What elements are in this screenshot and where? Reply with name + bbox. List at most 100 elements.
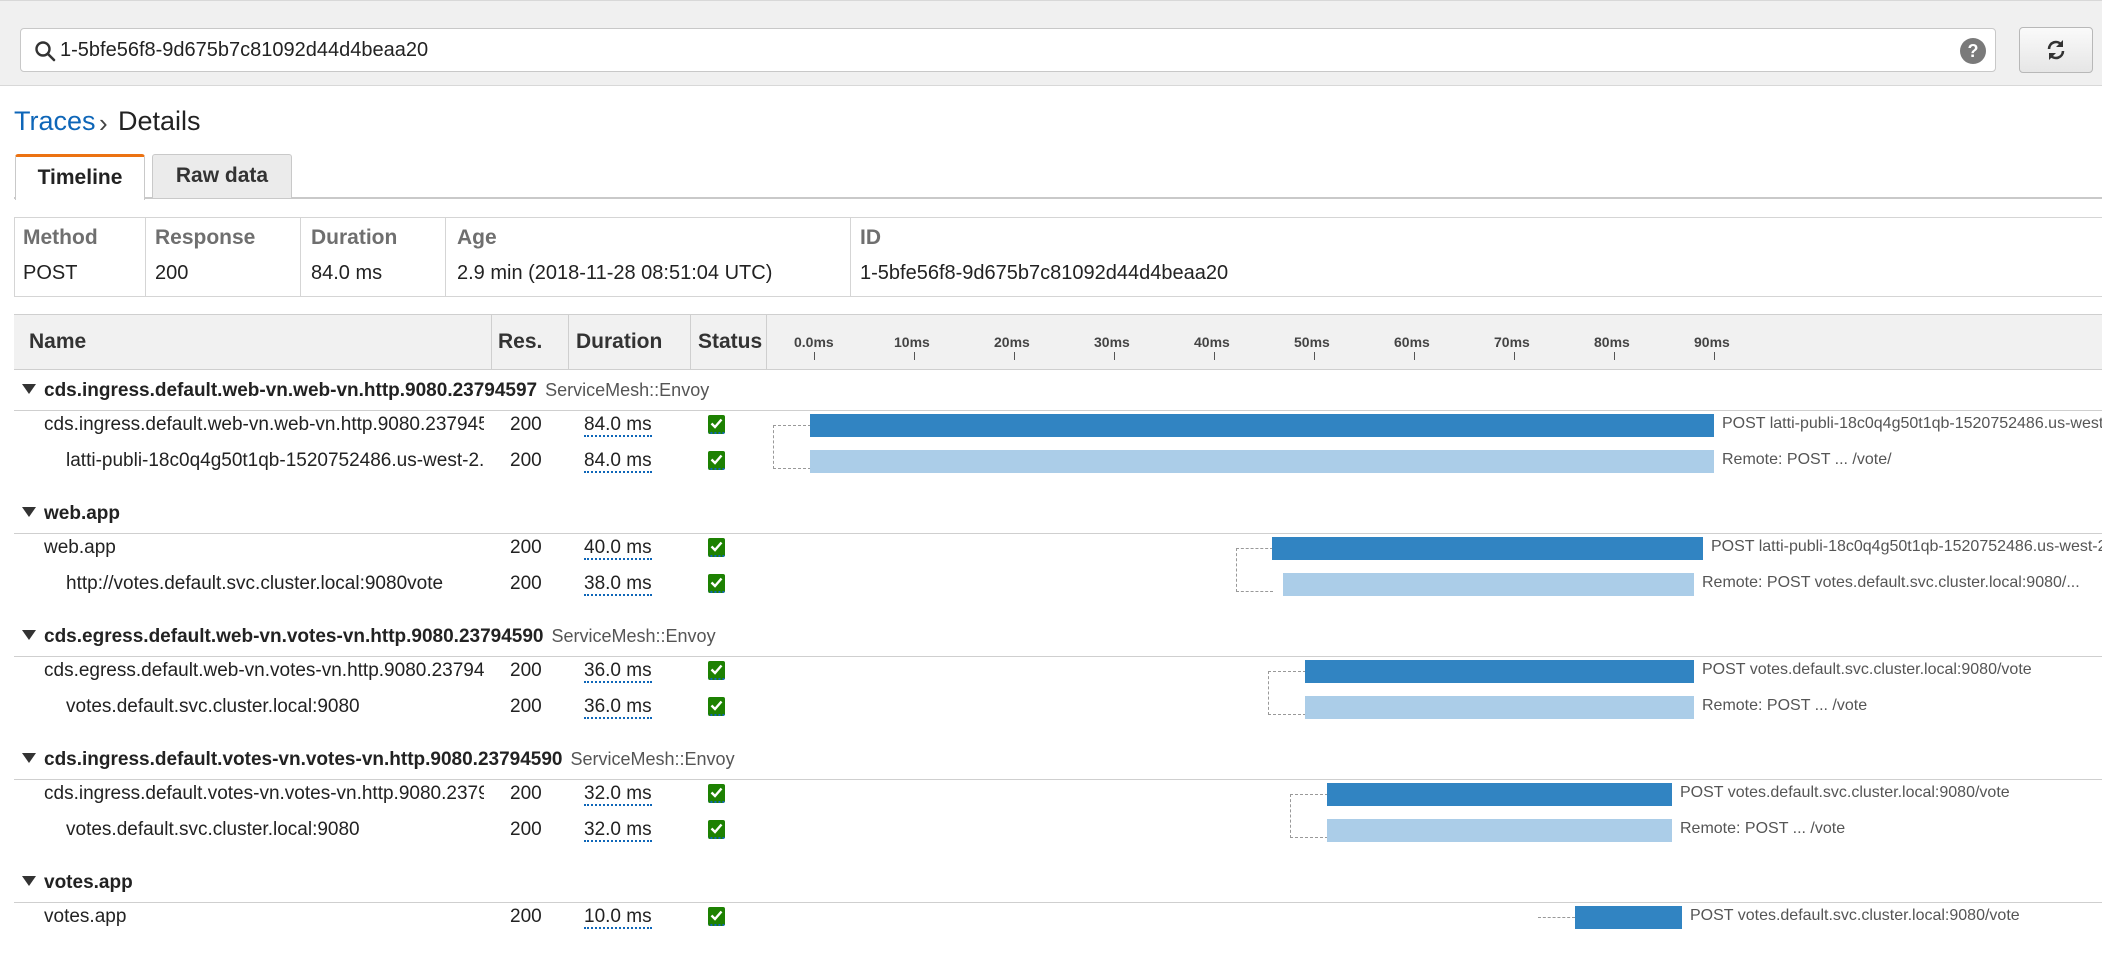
- segment-connector: [1236, 548, 1273, 592]
- timeline-tick-label: 90ms: [1694, 334, 1730, 350]
- segment-response-code: 200: [510, 906, 542, 927]
- timeline-tick-label: 30ms: [1094, 334, 1130, 350]
- segment-name[interactable]: cds.egress.default.web-vn.votes-vn.http.…: [44, 660, 484, 682]
- status-ok-icon[interactable]: [708, 784, 725, 803]
- refresh-button[interactable]: [2019, 27, 2093, 73]
- segment-bar[interactable]: [1327, 783, 1672, 806]
- segment-duration-link[interactable]: 84.0 ms: [584, 450, 652, 473]
- header-divider: [568, 314, 569, 370]
- segment-name[interactable]: web.app: [44, 537, 484, 559]
- segment-name[interactable]: cds.ingress.default.votes-vn.votes-vn.ht…: [44, 783, 484, 805]
- group-divider: [14, 533, 2102, 534]
- segment-bar[interactable]: [1272, 537, 1703, 560]
- collapse-triangle-icon[interactable]: [22, 506, 36, 517]
- segment-name[interactable]: votes.default.svc.cluster.local:9080: [66, 696, 484, 718]
- timeline-tick-mark: [1314, 352, 1315, 360]
- summary-duration-value: 84.0 ms: [311, 262, 383, 284]
- timeline-tick-mark: [1514, 352, 1515, 360]
- segment-duration-link[interactable]: 84.0 ms: [584, 414, 652, 437]
- summary-method-value: POST: [23, 262, 78, 284]
- timeline-tick-mark: [1114, 352, 1115, 360]
- timeline-tick-mark: [1414, 352, 1415, 360]
- segment-group-name: cds.ingress.default.web-vn.web-vn.http.9…: [44, 380, 538, 401]
- collapse-triangle-icon[interactable]: [22, 629, 36, 640]
- header-divider: [690, 314, 691, 370]
- segment-name[interactable]: votes.app: [44, 906, 484, 928]
- segment-duration-link[interactable]: 32.0 ms: [584, 819, 652, 842]
- segment-name[interactable]: votes.default.svc.cluster.local:9080: [66, 819, 484, 841]
- segment-origin: ServiceMesh::Envoy: [545, 380, 710, 400]
- column-status-header[interactable]: Status: [698, 330, 762, 354]
- segment-duration-link[interactable]: 38.0 ms: [584, 573, 652, 596]
- segment-group-header[interactable]: cds.ingress.default.votes-vn.votes-vn.ht…: [22, 749, 735, 771]
- summary-divider: [850, 217, 851, 297]
- remote-subsegment-bar[interactable]: [1327, 819, 1672, 842]
- timeline-tick-mark: [1014, 352, 1015, 360]
- summary-divider: [445, 217, 446, 297]
- segment-bar[interactable]: [1575, 906, 1682, 929]
- status-ok-icon[interactable]: [708, 697, 725, 716]
- page-title: Details: [118, 106, 201, 136]
- segment-bar-label: POST votes.default.svc.cluster.local:908…: [1690, 907, 2020, 924]
- tab-raw-data[interactable]: Raw data: [152, 154, 292, 198]
- collapse-triangle-icon[interactable]: [22, 752, 36, 763]
- segment-duration-link[interactable]: 36.0 ms: [584, 660, 652, 683]
- group-divider: [14, 779, 2102, 780]
- segment-bar[interactable]: [1305, 660, 1694, 683]
- status-ok-icon[interactable]: [708, 451, 725, 470]
- timeline-tick-mark: [1714, 352, 1715, 360]
- segment-origin: ServiceMesh::Envoy: [570, 749, 735, 769]
- status-ok-icon[interactable]: [708, 661, 725, 680]
- segment-bar[interactable]: [810, 414, 1714, 437]
- summary-response-value: 200: [155, 262, 189, 284]
- timeline-tick-mark: [914, 352, 915, 360]
- breadcrumb-traces-link[interactable]: Traces: [14, 106, 96, 137]
- segment-bar-label: POST votes.default.svc.cluster.local:908…: [1680, 784, 2010, 801]
- segment-name[interactable]: cds.ingress.default.web-vn.web-vn.http.9…: [44, 414, 484, 436]
- summary-divider: [300, 217, 301, 297]
- segment-bar-label: POST latti-publi-18c0q4g50t1qb-152075248…: [1711, 538, 2102, 555]
- help-icon[interactable]: ?: [1960, 38, 1986, 64]
- tab-timeline[interactable]: Timeline: [15, 154, 145, 200]
- segment-duration-link[interactable]: 10.0 ms: [584, 906, 652, 929]
- segment-group-name: web.app: [44, 503, 121, 524]
- segment-connector: [1538, 917, 1575, 918]
- segment-response-code: 200: [510, 783, 542, 804]
- segment-name[interactable]: latti-publi-18c0q4g50t1qb-1520752486.us-…: [66, 450, 484, 472]
- status-ok-icon[interactable]: [708, 415, 725, 434]
- remote-subsegment-bar[interactable]: [1305, 696, 1694, 719]
- segment-group-name: votes.app: [44, 872, 133, 893]
- column-name-header[interactable]: Name: [29, 330, 86, 354]
- summary-age-value: 2.9 min (2018-11-28 08:51:04 UTC): [457, 262, 773, 284]
- remote-subsegment-bar[interactable]: [1283, 573, 1694, 596]
- segment-name[interactable]: http://votes.default.svc.cluster.local:9…: [66, 573, 484, 595]
- status-ok-icon[interactable]: [708, 820, 725, 839]
- status-ok-icon[interactable]: [708, 538, 725, 557]
- summary-id-header: ID: [860, 226, 881, 249]
- column-duration-header[interactable]: Duration: [576, 330, 662, 354]
- segment-group-header[interactable]: web.app: [22, 503, 120, 525]
- column-res-header[interactable]: Res.: [498, 330, 542, 354]
- trace-id-input[interactable]: [60, 34, 1940, 66]
- collapse-triangle-icon[interactable]: [22, 383, 36, 394]
- segment-duration-link[interactable]: 36.0 ms: [584, 696, 652, 719]
- breadcrumb-separator: ›: [99, 108, 108, 138]
- segment-connector: [1290, 794, 1328, 838]
- status-ok-icon[interactable]: [708, 574, 725, 593]
- segment-duration-link[interactable]: 32.0 ms: [584, 783, 652, 806]
- segment-connector: [1268, 671, 1306, 715]
- timeline-tick-label: 80ms: [1594, 334, 1630, 350]
- timeline-tick-mark: [1614, 352, 1615, 360]
- collapse-triangle-icon[interactable]: [22, 875, 36, 886]
- status-ok-icon[interactable]: [708, 907, 725, 926]
- group-divider: [14, 902, 2102, 903]
- segment-bar-label: POST latti-publi-18c0q4g50t1qb-152075248…: [1722, 415, 2102, 432]
- segment-response-code: 200: [510, 450, 542, 471]
- remote-subsegment-bar[interactable]: [810, 450, 1714, 473]
- summary-duration-header: Duration: [311, 226, 398, 249]
- segment-duration-link[interactable]: 40.0 ms: [584, 537, 652, 560]
- segment-group-header[interactable]: cds.egress.default.web-vn.votes-vn.http.…: [22, 626, 716, 648]
- tab-divider: [14, 197, 2102, 199]
- segment-group-header[interactable]: votes.app: [22, 872, 133, 894]
- segment-group-header[interactable]: cds.ingress.default.web-vn.web-vn.http.9…: [22, 380, 709, 402]
